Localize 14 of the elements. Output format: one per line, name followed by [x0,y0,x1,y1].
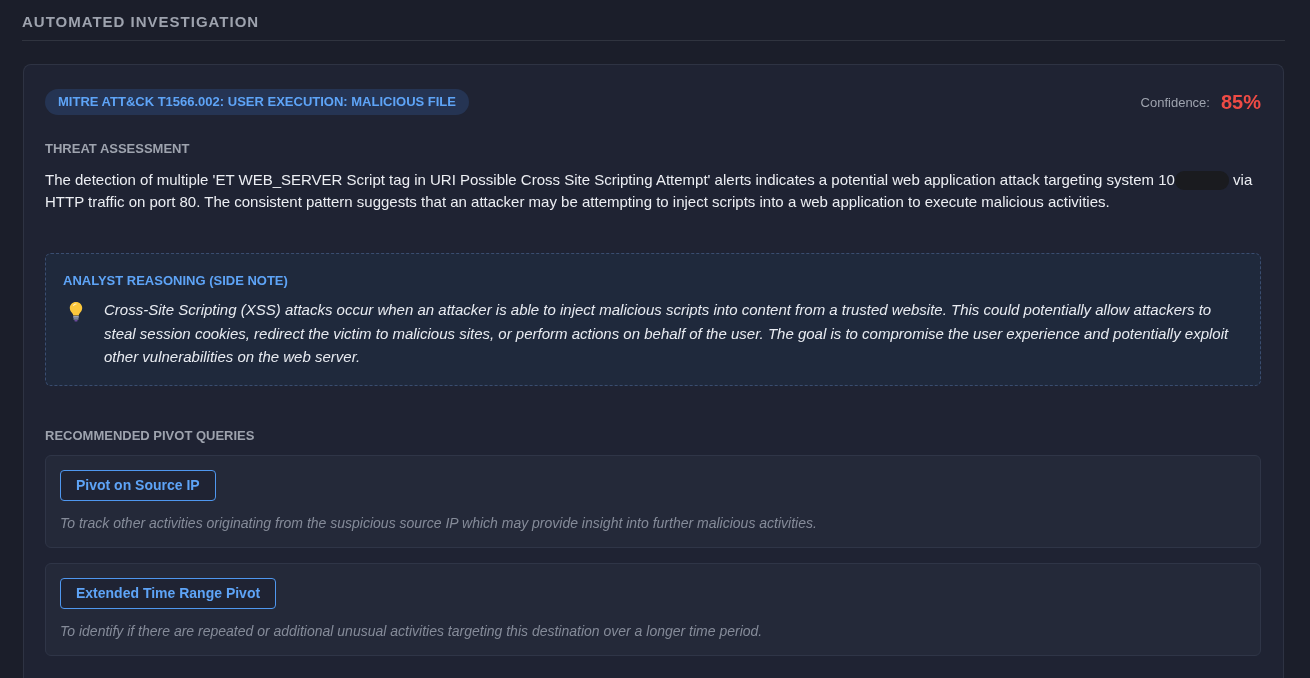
pivot-query-description: To identify if there are repeated or additional unusual activities targeting this destination over a longer time period. [60,621,764,641]
section-label: RECOMMENDED PIVOT QUERIES [45,427,256,444]
pivot-query-button[interactable]: Pivot on Source IP [60,469,216,501]
section-label: THREAT ASSESSMENT [45,141,191,157]
confidence-label: Confidence: [1140,94,1210,110]
confidence-value: 85% [1220,90,1261,114]
side-note-text: Cross-Site Scripting (XSS) attacks occur when an attacker is able to inject malicious scripts into content from a trusted website. This could potentially allow attackers to steal session cookies, redirect the victim to malicious sites, or perform actions on behalf of the user. The goal is to compromise the user experience and potentially exploit other vulnerabilities on the web server. [104,300,1230,367]
technique-badge: MITRE ATT&CK T1566.002: USER EXECUTION: MALICIOUS FILE [45,89,469,115]
side-note-title: ANALYST REASONING (SIDE NOTE) [63,273,289,289]
section-title: AUTOMATED INVESTIGATION [22,12,260,32]
lightbulb-icon [68,301,84,322]
pivot-query-description: To track other activities originating from the suspicious source IP which may provide insight into further malicious activities. [60,513,818,533]
pivot-query-button[interactable]: Extended Time Range Pivot [60,577,277,609]
threat-assessment-text: The detection of multiple 'ET WEB_SERVER Script tag in URI Possible Cross Site Scripting Attempt' alerts indicates a potential web application attack targeting system 10 via HTTP traffic on port 80. The consistent pattern suggests that an attacker may be attempting to inject scripts into a web application to execute malicious activities. [45,170,1254,212]
